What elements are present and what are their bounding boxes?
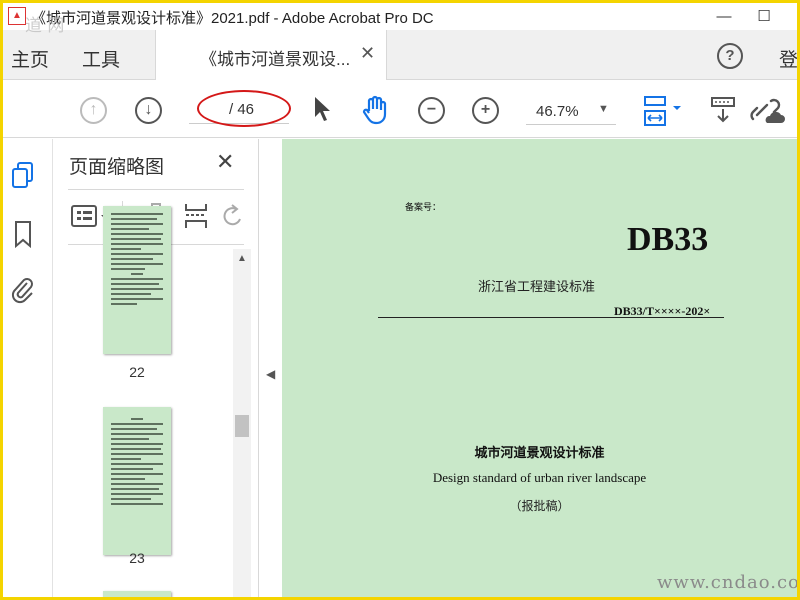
document-title-en: Design standard of urban river landscape bbox=[432, 470, 647, 485]
maximize-button[interactable]: ☐ bbox=[741, 3, 787, 30]
zoom-level-select[interactable]: 46.7% ▼ bbox=[526, 97, 616, 125]
document-tab[interactable]: 《城市河道景观设... ✕ bbox=[155, 30, 387, 80]
rotate-page-icon[interactable] bbox=[220, 201, 244, 231]
close-pane-icon[interactable]: ✕ bbox=[216, 149, 234, 175]
close-tab-icon[interactable]: ✕ bbox=[360, 43, 375, 64]
attachment-icon[interactable] bbox=[9, 275, 37, 305]
standard-code: DB33 bbox=[627, 221, 709, 258]
hand-tool-icon[interactable] bbox=[360, 95, 392, 125]
title-bar: ▲ 《城市河道景观设计标准》2021.pdf - Adobe Acrobat P… bbox=[3, 3, 797, 30]
menu-tab-row: 主页 工具 《城市河道景观设... ✕ ? 登 bbox=[3, 30, 797, 80]
bookmark-icon[interactable] bbox=[9, 219, 37, 249]
thumbnail-scrollbar[interactable]: ▲ bbox=[233, 249, 251, 597]
help-icon[interactable]: ? bbox=[717, 43, 743, 69]
acrobat-pdf-icon: ▲ bbox=[8, 7, 26, 25]
document-title-cn: 城市河道景观设计标准 bbox=[474, 446, 605, 461]
document-view[interactable]: 备案号： DB33 浙江省工程建设标准 DB33/T××××-202× 城市河道… bbox=[282, 139, 797, 597]
zoom-in-icon[interactable]: + bbox=[472, 97, 499, 124]
document-tab-label: 《城市河道景观设... bbox=[200, 50, 351, 69]
toolbar: ↑ ↓ / 46 − + 46.7% ▼ bbox=[3, 81, 797, 138]
page-thumbnail-22[interactable] bbox=[103, 206, 171, 354]
page-thumbnail-23[interactable] bbox=[103, 407, 171, 555]
page-thumbnails-icon[interactable] bbox=[9, 161, 37, 191]
record-number-label: 备案号： bbox=[405, 203, 442, 213]
tools-menu[interactable]: 工具 bbox=[82, 45, 120, 72]
scroll-mode-icon[interactable] bbox=[641, 95, 687, 127]
page-thumbnail-label: 22 bbox=[129, 364, 145, 380]
header-rule bbox=[378, 317, 724, 318]
collapse-pane-icon[interactable]: ◀ bbox=[266, 367, 275, 381]
zoom-out-icon[interactable]: − bbox=[418, 97, 445, 124]
watermark-logo: 道 网 bbox=[25, 16, 65, 36]
pane-title: 页面缩略图 bbox=[69, 157, 165, 178]
share-link-icon[interactable] bbox=[747, 95, 787, 127]
next-page-icon[interactable]: ↓ bbox=[135, 97, 162, 124]
home-menu[interactable]: 主页 bbox=[11, 45, 49, 72]
page-thumbnail-24[interactable] bbox=[103, 591, 171, 597]
select-cursor-icon[interactable] bbox=[311, 95, 333, 123]
zoom-level-value: 46.7% bbox=[536, 103, 579, 120]
watermark-url: www.cndao.com bbox=[657, 572, 797, 593]
scrollbar-thumb[interactable] bbox=[235, 415, 249, 437]
thumbnail-pane: 页面缩略图 ✕ 22 23 ▲ bbox=[54, 139, 259, 597]
insert-page-icon[interactable] bbox=[182, 201, 210, 231]
scroll-up-icon[interactable]: ▲ bbox=[237, 253, 247, 264]
page-thumbnail-label: 23 bbox=[129, 550, 145, 566]
navigation-rail bbox=[3, 139, 53, 597]
divider bbox=[68, 189, 244, 190]
issuer-label: 浙江省工程建设标准 bbox=[478, 280, 596, 295]
previous-page-icon[interactable]: ↑ bbox=[80, 97, 107, 124]
draft-status: （报批稿） bbox=[509, 499, 570, 513]
chevron-down-icon: ▼ bbox=[598, 103, 609, 115]
window-title: 《城市河道景观设计标准》2021.pdf - Adobe Acrobat Pro… bbox=[31, 10, 434, 27]
read-mode-icon[interactable] bbox=[709, 95, 739, 127]
red-annotation-ellipse bbox=[197, 90, 291, 127]
acrobat-window: ▲ 《城市河道景观设计标准》2021.pdf - Adobe Acrobat P… bbox=[3, 3, 797, 597]
pane-splitter[interactable]: ◀ bbox=[260, 139, 282, 597]
sign-in-button[interactable]: 登 bbox=[779, 45, 797, 72]
